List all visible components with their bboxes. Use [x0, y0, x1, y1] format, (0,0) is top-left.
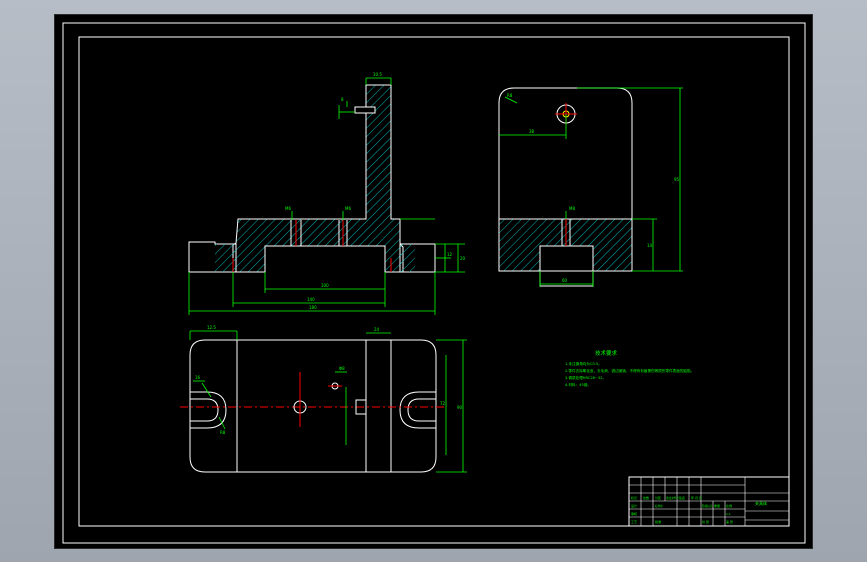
drawing-viewport[interactable]: 10.5 8 M6 M6 12 20 100 140 180 R8 38 95 … [54, 14, 813, 549]
front-section-body [232, 84, 404, 273]
dim-top-width: 10.5 [373, 72, 382, 77]
top-u-slot-right-inner [407, 398, 436, 422]
tb-r2-6: 比例 [726, 503, 732, 508]
tb-r2-5: 重量 [714, 503, 720, 508]
notes-title: 技术要求 [595, 349, 618, 357]
dim-span-mid: 140 [307, 297, 315, 302]
front-view[interactable]: 10.5 8 M6 M6 12 20 100 140 180 [188, 72, 466, 315]
notes-line-3: 3.调质处理HRC28~32。 [565, 375, 606, 380]
tb-r1-1: 处数 [643, 495, 649, 500]
dim-top-height: 90 [457, 405, 463, 410]
cad-drawing[interactable]: 10.5 8 M6 M6 12 20 100 140 180 R8 38 95 … [55, 15, 814, 550]
tb-r2-2: 标准化 [655, 504, 663, 508]
top-u-slot-right [399, 391, 436, 429]
dim-side-radius: R8 [507, 93, 513, 98]
inner-frame [78, 36, 790, 527]
dim-span-total: 180 [309, 305, 317, 310]
dim-side-base: 14 [647, 243, 653, 248]
dim-side-hole: M8 [569, 206, 575, 211]
title-block-name: 夹具体 [755, 500, 767, 506]
tb-r4-4: 共 张 [702, 519, 709, 524]
dim-top-width-right: 24 [374, 327, 380, 332]
tb-r1-2: 分区 [655, 495, 661, 500]
dim-total-height: 20 [460, 256, 466, 261]
side-view[interactable]: R8 38 95 14 60 M8 [498, 87, 683, 287]
tb-r2-0: 设计 [631, 503, 637, 508]
notes-line-4: 4.材料：45钢。 [565, 382, 591, 387]
notes-line-2: 2.零件去除氧化皮，去毛刺，锐边倒钝，不得有划痕擦伤等损伤零件表面的缺陷。 [565, 368, 694, 373]
dim-slot: 8 [341, 97, 344, 102]
dim-side-base-width: 60 [562, 278, 568, 283]
technical-notes: 技术要求 1.未注倒角均为C0.5。 2.零件去除氧化皮，去毛刺，锐边倒钝，不得… [565, 349, 694, 387]
dim-side-offset: 38 [529, 129, 535, 134]
title-block[interactable]: 夹具体 标记 处数 分区 更改文件号 签名 年.月.日 设计 标准化 阶段标记 … [628, 476, 790, 527]
front-right-flange-hatch [400, 244, 415, 272]
top-dimensions [189, 330, 467, 473]
dim-hole-b: M6 [345, 206, 351, 211]
dim-span-inner: 100 [321, 283, 329, 288]
tb-r4-5: 第 张 [726, 519, 733, 524]
tb-r3-6: 1:1 [726, 512, 731, 516]
tb-r1-3: 更改文件号 [666, 496, 679, 500]
dim-top-radius: R8 [220, 430, 226, 435]
tb-r2-4: 阶段标记 [702, 504, 713, 508]
dim-top-total: 72 [440, 401, 446, 406]
tb-r4-2: 批准 [655, 519, 661, 524]
notes-line-1: 1.未注倒角均为C0.5。 [565, 361, 602, 366]
dim-top-slot: 16 [195, 375, 201, 380]
dim-hole-a: M6 [285, 206, 291, 211]
tb-r1-4: 签名 [679, 495, 685, 500]
tb-r1-0: 标记 [631, 495, 637, 500]
tb-r4-0: 工艺 [631, 519, 637, 524]
top-view[interactable]: 12.5 16 R8 Φ8 24 90 72 [180, 325, 467, 473]
dim-base-height: 12 [447, 252, 453, 257]
front-dimensions [188, 77, 465, 315]
top-u-slot-left-inner [190, 398, 219, 422]
dim-top-hole: Φ8 [339, 366, 345, 371]
tb-r3-0: 审核 [631, 511, 637, 516]
front-top-slot [354, 106, 376, 114]
dim-side-height: 95 [674, 177, 680, 182]
top-u-slot-left [190, 391, 227, 429]
dim-top-left-offset: 12.5 [207, 325, 216, 330]
tb-r1-5: 年.月.日 [691, 495, 702, 500]
top-outline [189, 339, 437, 473]
